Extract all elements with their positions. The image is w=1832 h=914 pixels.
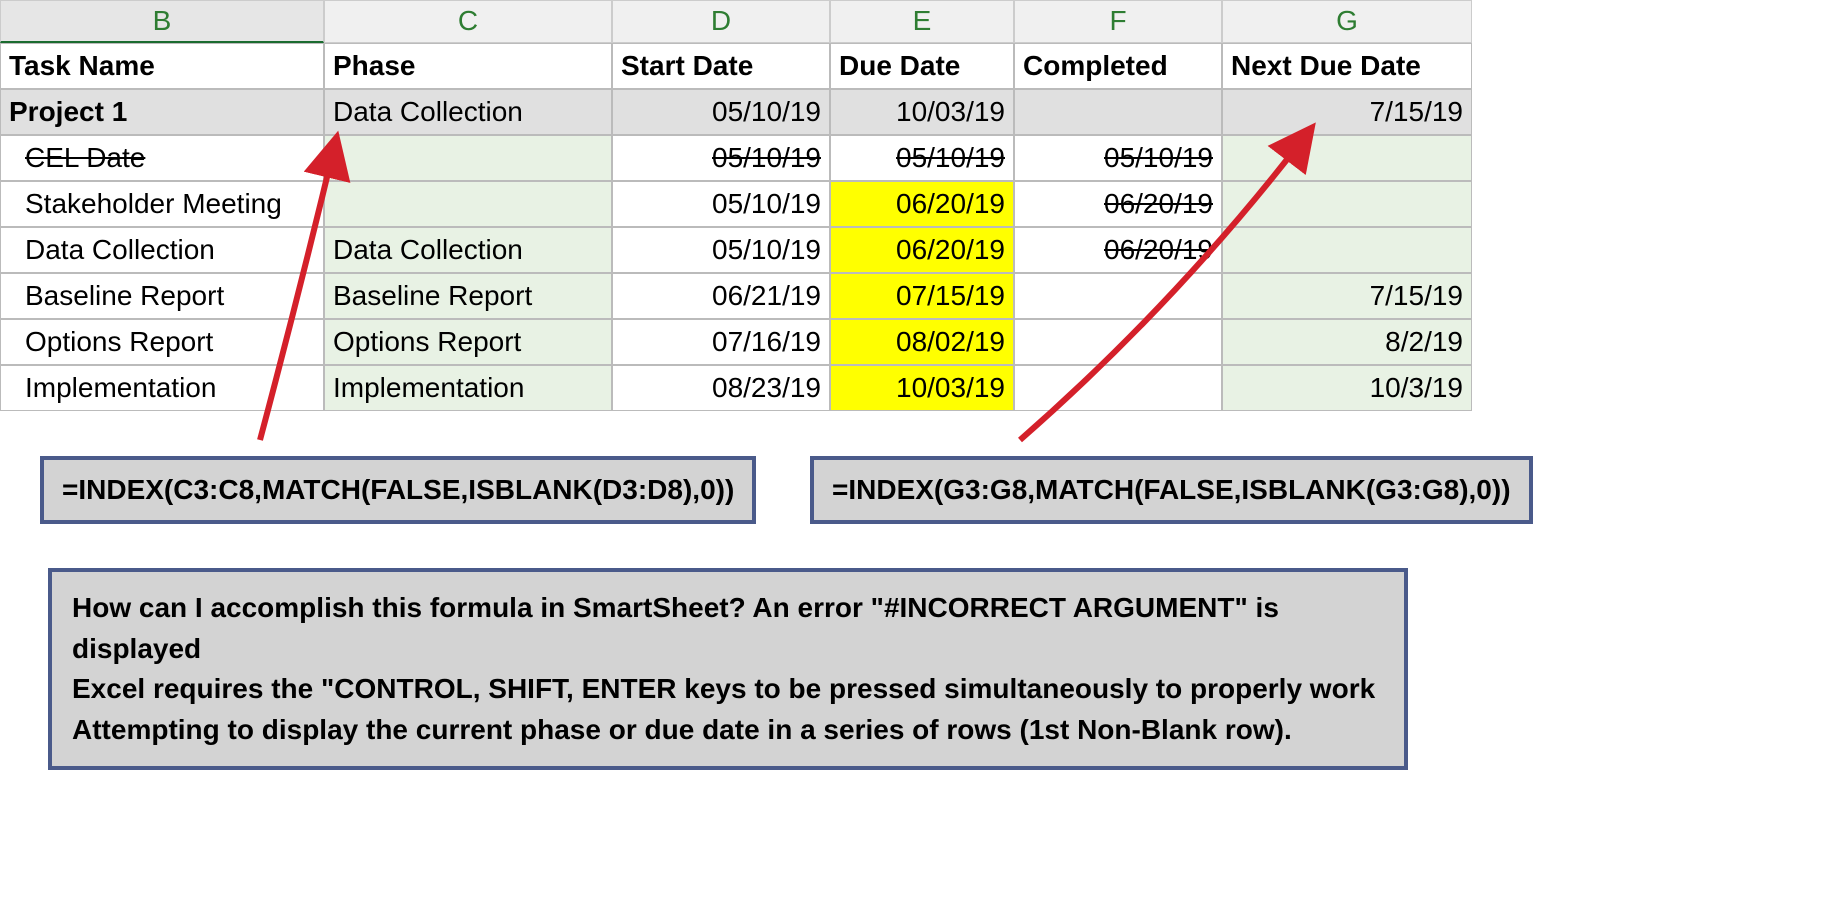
cell-start[interactable]: 07/16/19: [612, 319, 830, 365]
cell-due[interactable]: 06/20/19: [830, 227, 1014, 273]
cell-due[interactable]: 10/03/19: [830, 365, 1014, 411]
header-next-due[interactable]: Next Due Date: [1222, 43, 1472, 89]
col-header-C[interactable]: C: [324, 0, 612, 43]
cell-phase[interactable]: Options Report: [324, 319, 612, 365]
col-header-D[interactable]: D: [612, 0, 830, 43]
cell-next-due[interactable]: [1222, 227, 1472, 273]
question-box: How can I accomplish this formula in Sma…: [48, 568, 1408, 770]
col-header-F[interactable]: F: [1014, 0, 1222, 43]
col-header-B[interactable]: B: [0, 0, 324, 43]
cell-phase[interactable]: [324, 181, 612, 227]
cell-due[interactable]: 08/02/19: [830, 319, 1014, 365]
cell-start[interactable]: 06/21/19: [612, 273, 830, 319]
cell-start[interactable]: 05/10/19: [612, 181, 830, 227]
question-line-1: How can I accomplish this formula in Sma…: [72, 588, 1384, 669]
col-header-E[interactable]: E: [830, 0, 1014, 43]
cell-due[interactable]: 07/15/19: [830, 273, 1014, 319]
cell-completed[interactable]: 05/10/19: [1014, 135, 1222, 181]
cell-next-due[interactable]: 7/15/19: [1222, 273, 1472, 319]
header-start-date[interactable]: Start Date: [612, 43, 830, 89]
cell-phase[interactable]: Implementation: [324, 365, 612, 411]
cell-completed[interactable]: [1014, 273, 1222, 319]
cell-due[interactable]: 05/10/19: [830, 135, 1014, 181]
cell-start[interactable]: 05/10/19: [612, 135, 830, 181]
cell-completed[interactable]: [1014, 365, 1222, 411]
formula-box-2: =INDEX(G3:G8,MATCH(FALSE,ISBLANK(G3:G8),…: [810, 456, 1533, 524]
cell-next-due[interactable]: 10/3/19: [1222, 365, 1472, 411]
cell-start[interactable]: 05/10/19: [612, 89, 830, 135]
cell-due[interactable]: 06/20/19: [830, 181, 1014, 227]
header-phase[interactable]: Phase: [324, 43, 612, 89]
cell-task[interactable]: Options Report: [0, 319, 324, 365]
header-task-name[interactable]: Task Name: [0, 43, 324, 89]
cell-start[interactable]: 08/23/19: [612, 365, 830, 411]
cell-completed[interactable]: [1014, 319, 1222, 365]
col-header-G[interactable]: G: [1222, 0, 1472, 43]
cell-phase[interactable]: Data Collection: [324, 227, 612, 273]
cell-next-due[interactable]: 8/2/19: [1222, 319, 1472, 365]
cell-phase[interactable]: [324, 135, 612, 181]
formula-box-1: =INDEX(C3:C8,MATCH(FALSE,ISBLANK(D3:D8),…: [40, 456, 756, 524]
cell-task[interactable]: CEL Date: [0, 135, 324, 181]
cell-task[interactable]: Project 1: [0, 89, 324, 135]
header-completed[interactable]: Completed: [1014, 43, 1222, 89]
cell-task[interactable]: Data Collection: [0, 227, 324, 273]
cell-task[interactable]: Baseline Report: [0, 273, 324, 319]
cell-phase[interactable]: Data Collection: [324, 89, 612, 135]
cell-due[interactable]: 10/03/19: [830, 89, 1014, 135]
cell-completed[interactable]: [1014, 89, 1222, 135]
cell-start[interactable]: 05/10/19: [612, 227, 830, 273]
cell-phase[interactable]: Baseline Report: [324, 273, 612, 319]
cell-completed[interactable]: 06/20/19: [1014, 227, 1222, 273]
cell-next-due[interactable]: 7/15/19: [1222, 89, 1472, 135]
question-line-2: Excel requires the "CONTROL, SHIFT, ENTE…: [72, 669, 1384, 710]
spreadsheet-grid: B C D E F G Task Name Phase Start Date D…: [0, 0, 1472, 411]
cell-completed[interactable]: 06/20/19: [1014, 181, 1222, 227]
cell-task[interactable]: Implementation: [0, 365, 324, 411]
cell-next-due[interactable]: [1222, 181, 1472, 227]
question-line-3: Attempting to display the current phase …: [72, 710, 1384, 751]
cell-task[interactable]: Stakeholder Meeting: [0, 181, 324, 227]
cell-next-due[interactable]: [1222, 135, 1472, 181]
header-due-date[interactable]: Due Date: [830, 43, 1014, 89]
